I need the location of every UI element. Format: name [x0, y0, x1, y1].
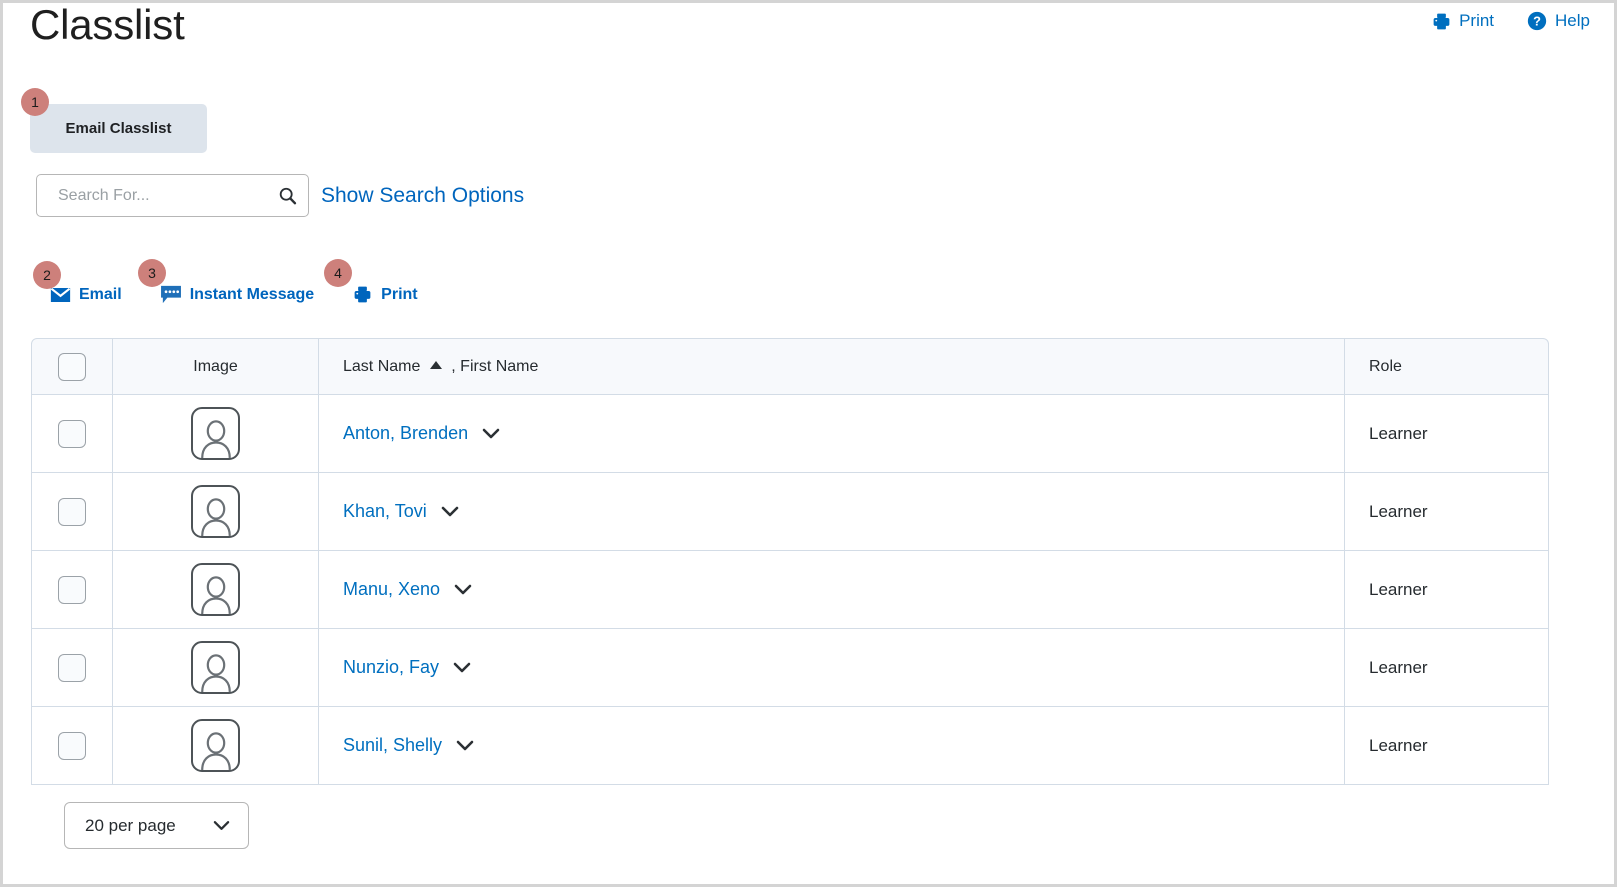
row-select-cell — [31, 551, 113, 629]
user-role-label: Learner — [1369, 423, 1428, 443]
search-icon[interactable] — [277, 185, 298, 206]
row-select-cell — [31, 629, 113, 707]
header-print-label: Print — [1459, 11, 1495, 30]
user-role-label: Learner — [1369, 579, 1428, 599]
user-name-link[interactable]: Anton, Brenden — [343, 423, 468, 444]
select-all-header — [31, 338, 113, 395]
chevron-down-icon[interactable] — [456, 740, 474, 751]
user-avatar-placeholder-icon — [191, 485, 240, 538]
per-page-label: 20 per page — [85, 815, 176, 835]
last-name-label: Last Name — [343, 357, 421, 375]
header-actions: Print ? Help — [1431, 10, 1590, 32]
sort-ascending-icon — [429, 361, 442, 370]
page-title: Classlist — [30, 1, 185, 48]
row-checkbox[interactable] — [58, 731, 86, 760]
row-checkbox[interactable] — [58, 653, 86, 682]
row-name-cell: Sunil, Shelly — [319, 707, 1345, 785]
user-name-link[interactable]: Khan, Tovi — [343, 501, 427, 522]
user-role-label: Learner — [1369, 735, 1428, 755]
table-row: Manu, Xeno Learner — [31, 551, 1549, 629]
row-image-cell — [113, 707, 319, 785]
svg-text:?: ? — [1533, 14, 1541, 29]
row-role-cell: Learner — [1345, 473, 1549, 551]
image-column-label: Image — [193, 357, 238, 375]
header-print-link[interactable]: Print — [1431, 11, 1494, 32]
row-role-cell: Learner — [1345, 395, 1549, 473]
table-row: Sunil, Shelly Learner — [31, 707, 1549, 785]
classlist-table: Image Last Name , First Name Role Anton,… — [31, 338, 1549, 785]
role-column-header: Role — [1345, 338, 1549, 395]
search-row: Show Search Options — [36, 174, 524, 217]
row-name-cell: Anton, Brenden — [319, 395, 1345, 473]
per-page-select[interactable]: 20 per page — [64, 802, 249, 849]
show-search-options-link[interactable]: Show Search Options — [321, 184, 524, 208]
user-role-label: Learner — [1369, 657, 1428, 677]
chat-bubble-icon — [160, 285, 182, 304]
callout-badge-2: 2 — [33, 261, 61, 289]
table-row: Khan, Tovi Learner — [31, 473, 1549, 551]
callout-badge-1: 1 — [21, 88, 49, 116]
chevron-down-icon — [213, 816, 230, 836]
action-toolbar: Email Instant Message Print — [50, 284, 418, 305]
row-select-cell — [31, 395, 113, 473]
user-name-link[interactable]: Manu, Xeno — [343, 579, 440, 600]
row-name-cell: Manu, Xeno — [319, 551, 1345, 629]
app-frame: Classlist Print ? Help 1 Email Classlist… — [0, 0, 1617, 887]
row-checkbox[interactable] — [58, 575, 86, 604]
page-header: Classlist Print ? Help — [3, 1, 1614, 65]
user-name-link[interactable]: Nunzio, Fay — [343, 657, 439, 678]
email-classlist-button[interactable]: Email Classlist — [30, 104, 207, 153]
table-row: Nunzio, Fay Learner — [31, 629, 1549, 707]
table-header-row: Image Last Name , First Name Role — [31, 338, 1549, 395]
row-select-cell — [31, 473, 113, 551]
callout-badge-4: 4 — [324, 259, 352, 287]
row-image-cell — [113, 395, 319, 473]
row-image-cell — [113, 629, 319, 707]
action-instant-message-button[interactable]: Instant Message — [160, 285, 314, 304]
printer-icon — [352, 284, 373, 305]
user-avatar-placeholder-icon — [191, 719, 240, 772]
row-image-cell — [113, 551, 319, 629]
first-name-label: , First Name — [451, 357, 539, 375]
row-select-cell — [31, 707, 113, 785]
user-role-label: Learner — [1369, 501, 1428, 521]
row-role-cell: Learner — [1345, 707, 1549, 785]
printer-icon — [1431, 11, 1452, 32]
row-role-cell: Learner — [1345, 629, 1549, 707]
row-name-cell: Nunzio, Fay — [319, 629, 1345, 707]
action-email-label: Email — [79, 285, 122, 303]
chevron-down-icon[interactable] — [454, 584, 472, 595]
row-checkbox[interactable] — [58, 497, 86, 526]
row-name-cell: Khan, Tovi — [319, 473, 1345, 551]
action-print-label: Print — [381, 285, 418, 303]
action-email-button[interactable]: Email — [50, 286, 122, 304]
row-checkbox[interactable] — [58, 419, 86, 448]
user-avatar-placeholder-icon — [191, 563, 240, 616]
row-role-cell: Learner — [1345, 551, 1549, 629]
chevron-down-icon[interactable] — [482, 428, 500, 439]
chevron-down-icon[interactable] — [441, 506, 459, 517]
search-input[interactable] — [37, 175, 308, 216]
search-box[interactable] — [36, 174, 309, 217]
table-row: Anton, Brenden Learner — [31, 395, 1549, 473]
chevron-down-icon[interactable] — [453, 662, 471, 673]
action-instant-message-label: Instant Message — [189, 285, 315, 303]
user-avatar-placeholder-icon — [191, 407, 240, 460]
header-help-label: Help — [1555, 11, 1590, 30]
user-avatar-placeholder-icon — [191, 641, 240, 694]
action-print-button[interactable]: Print — [352, 284, 418, 305]
envelope-icon — [50, 287, 71, 303]
help-circle-icon: ? — [1526, 10, 1548, 32]
image-column-header: Image — [113, 338, 319, 395]
row-image-cell — [113, 473, 319, 551]
user-name-link[interactable]: Sunil, Shelly — [343, 735, 442, 756]
select-all-checkbox[interactable] — [58, 352, 86, 381]
name-column-header[interactable]: Last Name , First Name — [319, 338, 1345, 395]
role-column-label: Role — [1369, 357, 1402, 375]
callout-badge-3: 3 — [138, 259, 166, 287]
header-help-link[interactable]: ? Help — [1526, 10, 1590, 32]
